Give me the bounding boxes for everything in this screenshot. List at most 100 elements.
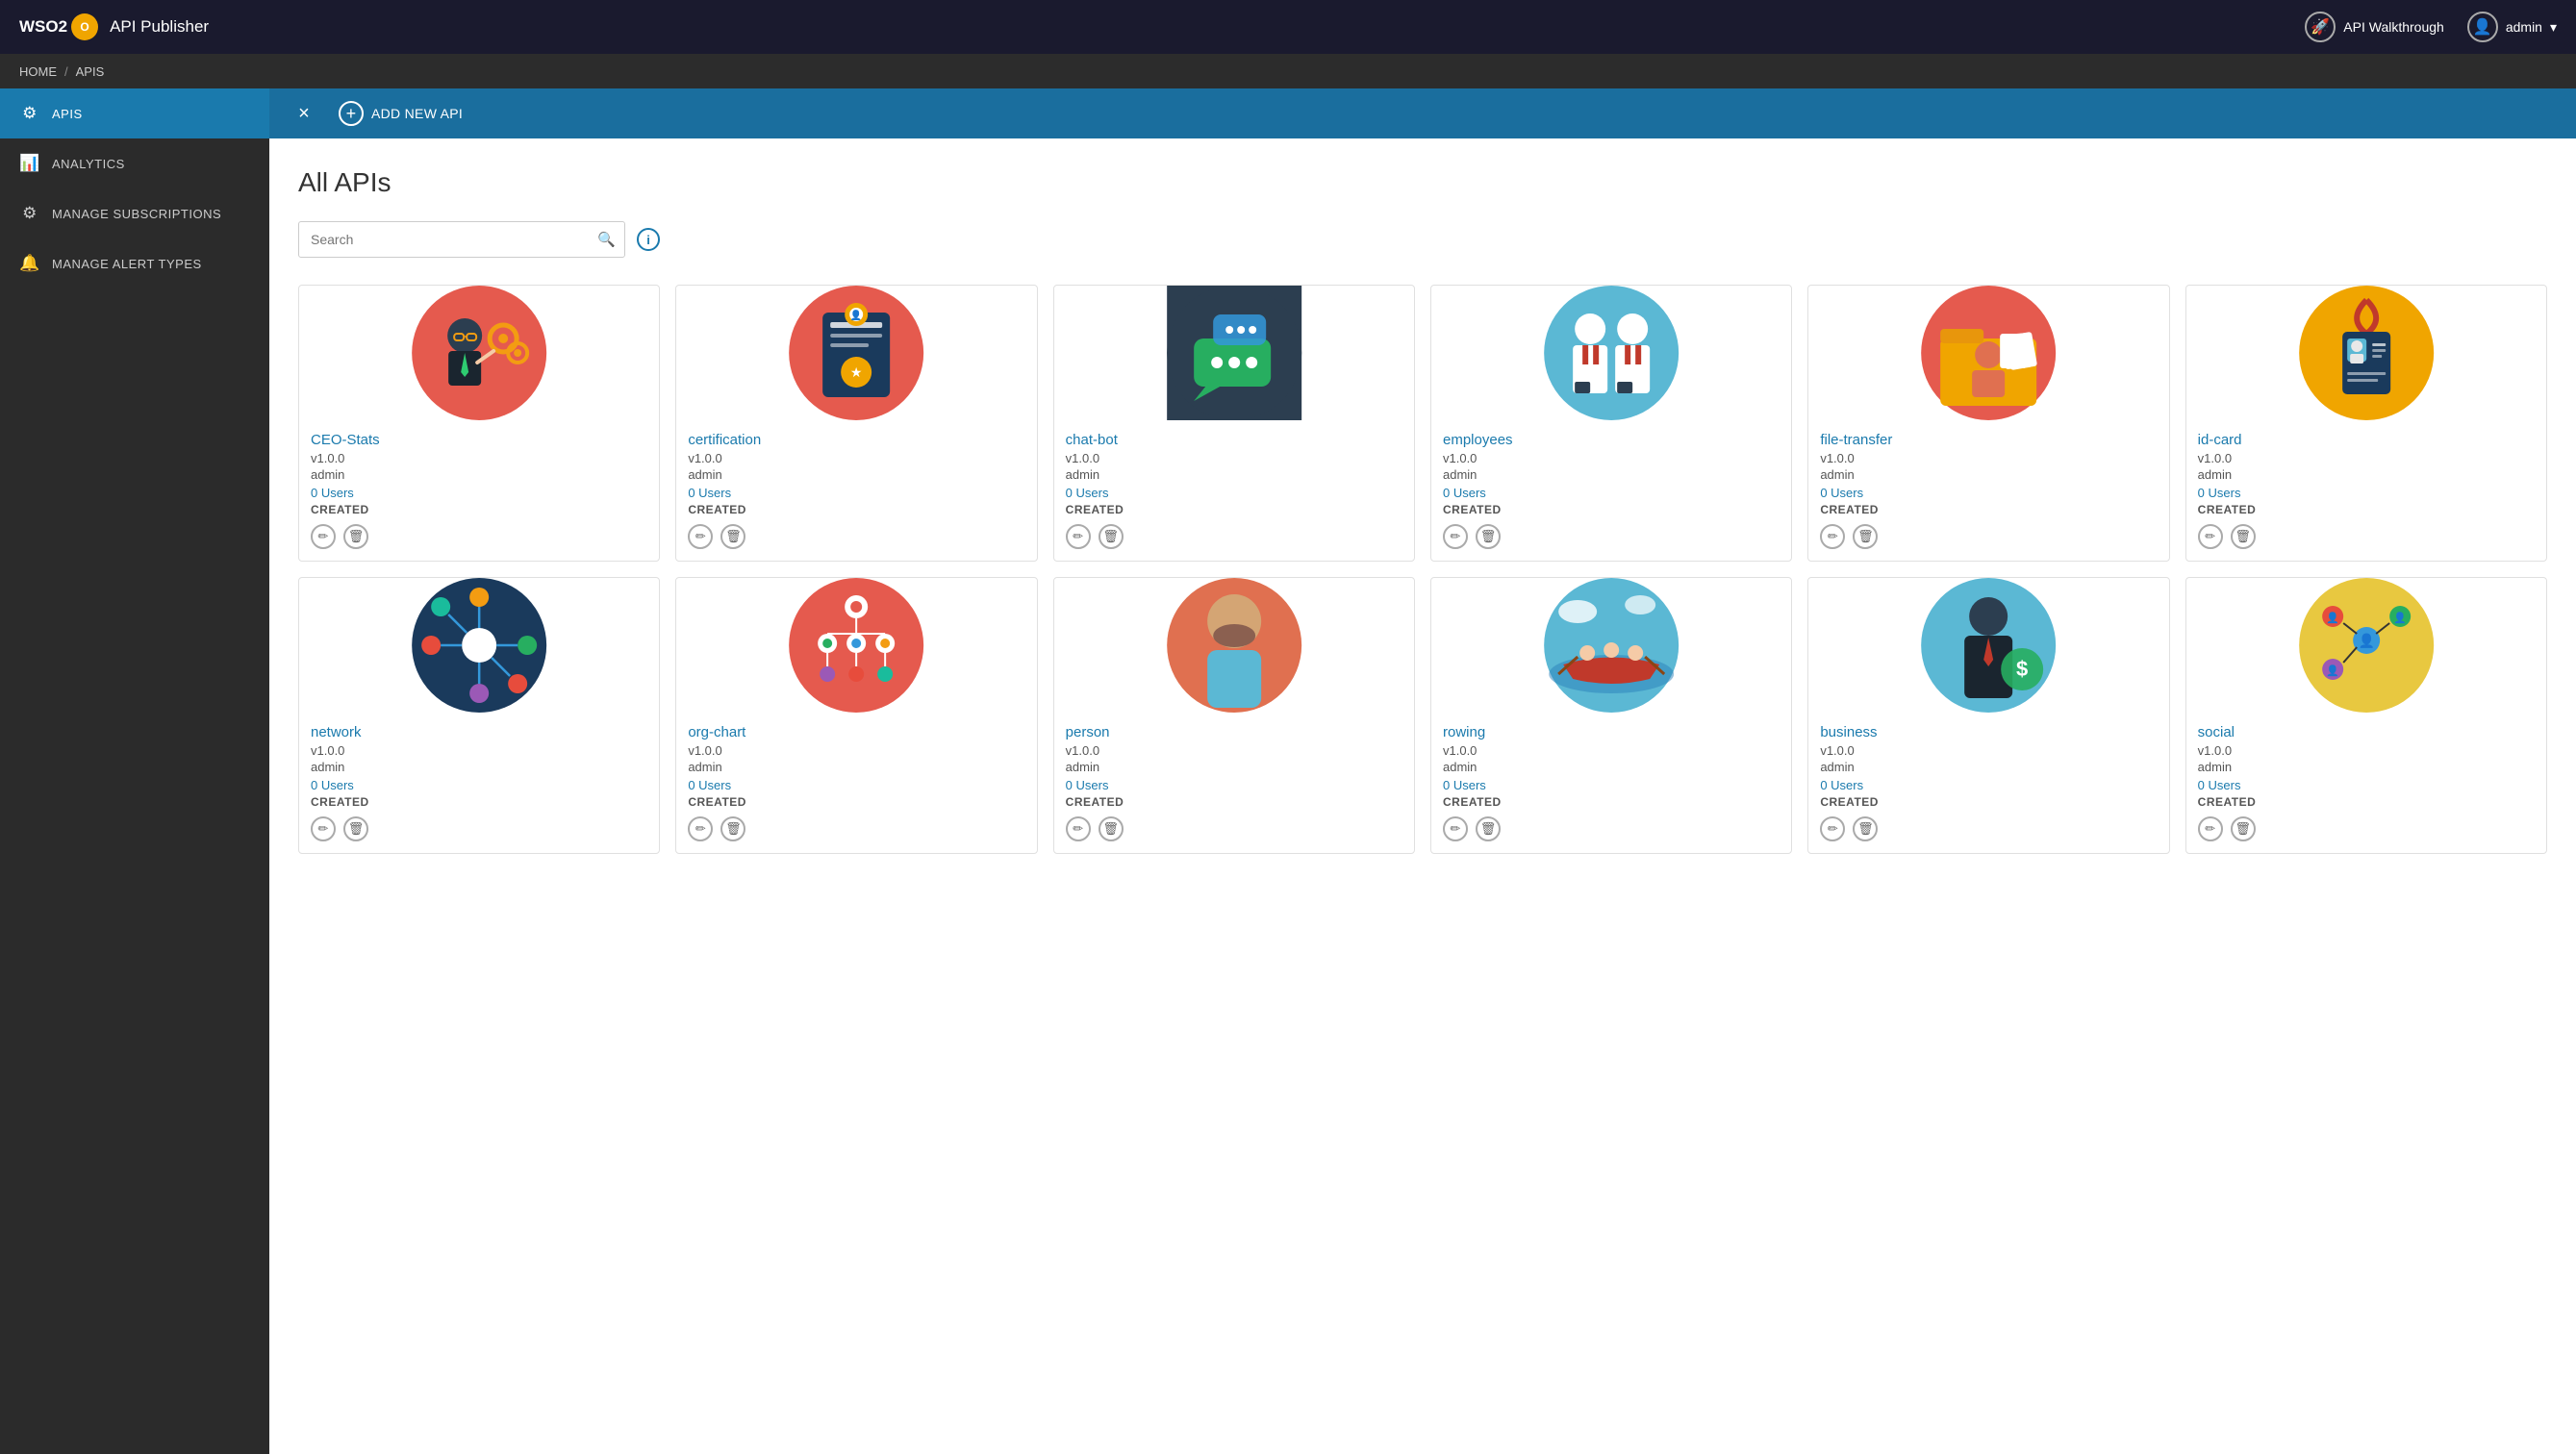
user-avatar-icon: 👤 [2467, 12, 2498, 42]
api-card-users[interactable]: 0 Users [2198, 778, 2535, 792]
sidebar-item-apis[interactable]: ⚙ APIS [0, 88, 269, 138]
settings-icon: ⚙ [19, 104, 40, 123]
edit-icon[interactable]: ✏ [1443, 816, 1468, 841]
edit-icon[interactable]: ✏ [1443, 524, 1468, 549]
close-button[interactable]: × [289, 98, 319, 129]
api-card[interactable]: file-transfer v1.0.0 admin 0 Users CREAT… [1807, 285, 2169, 562]
walkthrough-button[interactable]: 🚀 API Walkthrough [2305, 12, 2444, 42]
api-card-name[interactable]: org-chart [688, 724, 1024, 740]
edit-icon[interactable]: ✏ [1066, 524, 1091, 549]
api-card-owner: admin [1443, 467, 1780, 482]
api-card[interactable]: rowing v1.0.0 admin 0 Users CREATED ✏ 🗑 [1430, 577, 1792, 854]
delete-icon[interactable]: 🗑 [1476, 524, 1501, 549]
delete-icon[interactable]: 🗑 [1099, 524, 1124, 549]
api-card-name[interactable]: rowing [1443, 724, 1780, 740]
api-card-image [1808, 286, 2168, 420]
delete-icon[interactable]: 🗑 [343, 816, 368, 841]
api-card-owner: admin [2198, 760, 2535, 774]
api-card-name[interactable]: file-transfer [1820, 432, 2157, 448]
api-card[interactable]: id-card v1.0.0 admin 0 Users CREATED ✏ 🗑 [2185, 285, 2547, 562]
api-card[interactable]: CEO-Stats v1.0.0 admin 0 Users CREATED ✏… [298, 285, 660, 562]
api-card[interactable]: employees v1.0.0 admin 0 Users CREATED ✏… [1430, 285, 1792, 562]
api-card-users[interactable]: 0 Users [1066, 486, 1402, 500]
api-card-name[interactable]: id-card [2198, 432, 2535, 448]
api-card-name[interactable]: employees [1443, 432, 1780, 448]
api-card[interactable]: 👤 👤 👤 👤 social v1.0.0 admin 0 Users CREA… [2185, 577, 2547, 854]
api-card-version: v1.0.0 [1066, 451, 1402, 465]
api-card-name[interactable]: social [2198, 724, 2535, 740]
edit-icon[interactable]: ✏ [1820, 816, 1845, 841]
search-input[interactable] [298, 221, 625, 258]
edit-icon[interactable]: ✏ [688, 524, 713, 549]
api-card-status: CREATED [1820, 503, 2157, 516]
edit-icon[interactable]: ✏ [2198, 524, 2223, 549]
breadcrumb-home[interactable]: HOME [19, 64, 57, 79]
api-card-users[interactable]: 0 Users [1820, 486, 2157, 500]
api-card-actions: ✏ 🗑 [1443, 524, 1780, 549]
api-card[interactable]: chat-bot v1.0.0 admin 0 Users CREATED ✏ … [1053, 285, 1415, 562]
info-icon[interactable]: i [637, 228, 660, 251]
delete-icon[interactable]: 🗑 [720, 524, 745, 549]
api-card-owner: admin [311, 760, 647, 774]
user-label: admin [2506, 19, 2542, 35]
api-card-users[interactable]: 0 Users [311, 486, 647, 500]
delete-icon[interactable]: 🗑 [2231, 816, 2256, 841]
edit-icon[interactable]: ✏ [311, 816, 336, 841]
sidebar-item-subscriptions[interactable]: ⚙ MANAGE SUBSCRIPTIONS [0, 188, 269, 238]
delete-icon[interactable]: 🗑 [343, 524, 368, 549]
api-card-image [1054, 286, 1414, 420]
api-card-users[interactable]: 0 Users [2198, 486, 2535, 500]
api-card-name[interactable]: certification [688, 432, 1024, 448]
page-title: All APIs [298, 167, 2547, 198]
api-card-name[interactable]: network [311, 724, 647, 740]
api-card-info: person v1.0.0 admin 0 Users CREATED ✏ 🗑 [1054, 713, 1414, 853]
delete-icon[interactable]: 🗑 [720, 816, 745, 841]
svg-text:👤: 👤 [2393, 612, 2407, 624]
api-card-users[interactable]: 0 Users [1066, 778, 1402, 792]
api-card-name[interactable]: business [1820, 724, 2157, 740]
api-card-actions: ✏ 🗑 [2198, 524, 2535, 549]
api-card-name[interactable]: person [1066, 724, 1402, 740]
edit-icon[interactable]: ✏ [311, 524, 336, 549]
api-card[interactable]: network v1.0.0 admin 0 Users CREATED ✏ 🗑 [298, 577, 660, 854]
delete-icon[interactable]: 🗑 [2231, 524, 2256, 549]
api-card-users[interactable]: 0 Users [688, 778, 1024, 792]
delete-icon[interactable]: 🗑 [1476, 816, 1501, 841]
edit-icon[interactable]: ✏ [1066, 816, 1091, 841]
edit-icon[interactable]: ✏ [2198, 816, 2223, 841]
sidebar-item-alerts[interactable]: 🔔 MANAGE ALERT TYPES [0, 238, 269, 288]
edit-icon[interactable]: ✏ [688, 816, 713, 841]
delete-icon[interactable]: 🗑 [1853, 524, 1878, 549]
api-card-users[interactable]: 0 Users [1443, 486, 1780, 500]
api-card-status: CREATED [1066, 503, 1402, 516]
api-card-users[interactable]: 0 Users [688, 486, 1024, 500]
sidebar-item-analytics[interactable]: 📊 ANALYTICS [0, 138, 269, 188]
api-card[interactable]: ★ 👤 certification v1.0.0 admin 0 Users C… [675, 285, 1037, 562]
api-card-status: CREATED [1443, 503, 1780, 516]
api-card-users[interactable]: 0 Users [311, 778, 647, 792]
delete-icon[interactable]: 🗑 [1853, 816, 1878, 841]
breadcrumb-current: APIS [76, 64, 105, 79]
api-card-owner: admin [688, 760, 1024, 774]
api-card-version: v1.0.0 [2198, 451, 2535, 465]
api-card-actions: ✏ 🗑 [688, 524, 1024, 549]
api-card-image: 👤 👤 👤 👤 [2186, 578, 2546, 713]
api-card[interactable]: person v1.0.0 admin 0 Users CREATED ✏ 🗑 [1053, 577, 1415, 854]
user-menu[interactable]: 👤 admin ▾ [2467, 12, 2557, 42]
api-card-actions: ✏ 🗑 [311, 816, 647, 841]
api-card-name[interactable]: chat-bot [1066, 432, 1402, 448]
api-card[interactable]: $ business v1.0.0 admin 0 Users CREATED … [1807, 577, 2169, 854]
edit-icon[interactable]: ✏ [1820, 524, 1845, 549]
action-bar: × + ADD NEW API [269, 88, 2576, 138]
chevron-down-icon: ▾ [2550, 19, 2557, 36]
api-card[interactable]: org-chart v1.0.0 admin 0 Users CREATED ✏… [675, 577, 1037, 854]
api-card-actions: ✏ 🗑 [1066, 816, 1402, 841]
add-api-button[interactable]: + ADD NEW API [339, 101, 463, 126]
api-card-users[interactable]: 0 Users [1820, 778, 2157, 792]
api-card-actions: ✏ 🗑 [1443, 816, 1780, 841]
api-card-name[interactable]: CEO-Stats [311, 432, 647, 448]
api-card-users[interactable]: 0 Users [1443, 778, 1780, 792]
search-icon: 🔍 [597, 231, 616, 248]
delete-icon[interactable]: 🗑 [1099, 816, 1124, 841]
sidebar-item-label: MANAGE SUBSCRIPTIONS [52, 207, 221, 221]
